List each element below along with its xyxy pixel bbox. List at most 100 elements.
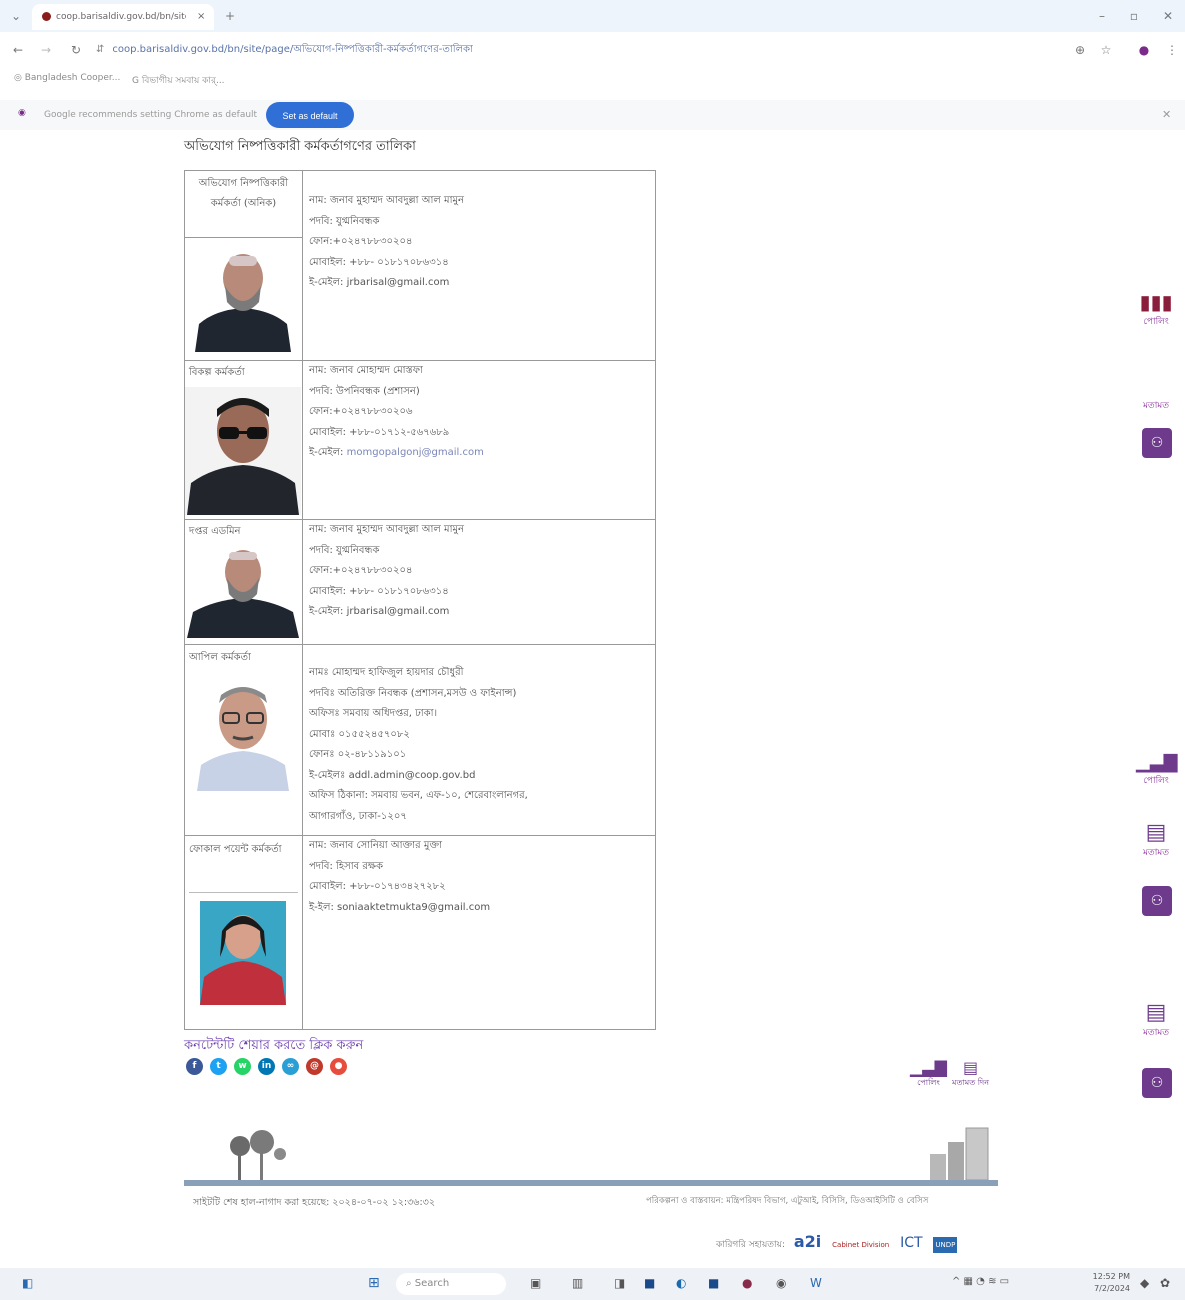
bookmark-item[interactable]: ◎ Bangladesh Cooper... xyxy=(14,73,120,83)
feedback-widget[interactable]: ▤ মতামত xyxy=(1136,1000,1176,1040)
reload-icon[interactable]: ↻ xyxy=(68,42,84,58)
set-default-button[interactable]: Set as default xyxy=(266,102,354,128)
copilot-icon[interactable]: ✿ xyxy=(1160,1276,1170,1290)
word-icon[interactable]: W xyxy=(810,1276,822,1290)
menu-icon[interactable]: ⋮ xyxy=(1164,42,1180,58)
search-label: Search xyxy=(414,1278,450,1289)
accessibility-icon[interactable]: ⚇ xyxy=(1142,1068,1172,1098)
email-label: ই-মেইল: xyxy=(308,447,344,458)
taskbar-app-icon[interactable]: ◨ xyxy=(614,1276,625,1290)
whatsapp-icon[interactable]: w xyxy=(234,1058,251,1075)
share-icons: f t w in ∞ @ ● xyxy=(186,1058,347,1075)
default-browser-infobar: ◉ Google recommends setting Chrome as de… xyxy=(0,100,1185,130)
officer-email[interactable]: momgopalgonj@gmail.com xyxy=(347,447,484,458)
poll-widget[interactable]: ▮▮▮ পোলিং xyxy=(1136,290,1176,329)
officer-info: নামঃ মোহাম্মদ হাফিজুল হায়দার চৌধুরী পদব… xyxy=(303,645,655,831)
officer-info-line: ফোন:+০২৪৭৮৮৩০২০৪ xyxy=(308,565,413,576)
taskbar-app-icon[interactable]: ▣ xyxy=(530,1276,541,1290)
clock-time: 12:52 PM xyxy=(1092,1272,1130,1281)
clock[interactable]: 12:52 PM 7/2/2024 xyxy=(1084,1271,1130,1295)
table-row: বিকল্প কর্মকর্তা নাম: জনাব মোহাম্মদ মোস্… xyxy=(184,360,657,520)
officer-info-line: পদবি: যুগ্মনিবন্ধক xyxy=(308,215,380,227)
officer-info-line: পদবি: উপনিবন্ধক (প্রশাসন) xyxy=(308,385,420,397)
officer-role: অভিযোগ নিষ্পত্তিকারী কর্মকর্তা (অনিক) xyxy=(198,178,289,209)
tab-close-icon[interactable]: × xyxy=(197,4,205,30)
officer-photo xyxy=(185,387,302,515)
officer-info-line: নাম: জনাব সোনিয়া আক্তার মুক্তা xyxy=(308,840,442,851)
officer-info-line: নামঃ মোহাম্মদ হাফিজুল হায়দার চৌধুরী xyxy=(308,667,464,678)
accessibility-icon[interactable]: ⚇ xyxy=(1142,428,1172,458)
twitter-icon[interactable]: t xyxy=(210,1058,227,1075)
a2i-logo[interactable]: a2i xyxy=(794,1232,821,1251)
ict-logo[interactable]: ICT xyxy=(900,1235,922,1251)
officer-info-line: পদবিঃ অতিরিক্ত নিবন্ধক (প্রশাসন,মসউ ও ফা… xyxy=(308,687,517,699)
close-window-icon[interactable]: ✕ xyxy=(1160,8,1176,24)
cabinet-division-logo[interactable]: Cabinet Division xyxy=(832,1241,889,1249)
officer-info-line: অফিসঃ সমবায় অধিদপ্তর, ঢাকা। xyxy=(308,708,438,719)
bookmark-star-icon[interactable]: ☆ xyxy=(1098,42,1114,58)
forward-icon[interactable]: → xyxy=(38,42,54,58)
table-row: দপ্তর এডমিন নাম: জনাব মুহাম্মদ আবদুল্লা … xyxy=(184,519,657,645)
officer-info-line: মোবাঃ ০১৫৫২৪৫৭০৮২ xyxy=(308,728,410,740)
taskbar-search[interactable]: ⌕ Search xyxy=(396,1273,506,1295)
officer-info: নাম: জনাব মোহাম্মদ মোস্তফা পদবি: উপনিবন্… xyxy=(303,361,655,468)
infobar-close-icon[interactable]: ✕ xyxy=(1162,108,1171,121)
store-icon[interactable]: ■ xyxy=(708,1276,719,1290)
bookmark-label: বিভাগীয় সমবায় কার্... xyxy=(141,76,225,86)
officer-photo xyxy=(200,901,287,1005)
table-row: অভিযোগ নিষ্পত্তিকারী কর্মকর্তা (অনিক) না… xyxy=(184,170,657,361)
taskbar-app-icon[interactable]: ▥ xyxy=(572,1276,583,1290)
tab-list-icon[interactable]: ⌄ xyxy=(8,8,24,24)
feedback-widget[interactable]: ▤ মতামত xyxy=(1136,820,1176,860)
site-info-icon[interactable]: ⇵ xyxy=(96,44,104,55)
infobar-text: Google recommends setting Chrome as defa… xyxy=(44,110,258,120)
bookmark-item[interactable]: G বিভাগীয় সমবায় কার্... xyxy=(132,73,225,88)
favicon-icon xyxy=(42,12,51,21)
widgets-icon[interactable]: ◧ xyxy=(22,1276,33,1290)
edge-icon[interactable]: ◐ xyxy=(676,1276,686,1290)
footer-feedback-button[interactable]: ▤ মতামত দিন xyxy=(952,1058,989,1090)
page-title: অভিযোগ নিষ্পত্তিকারী কর্মকর্তাগণের তালিক… xyxy=(184,139,416,154)
email-label: ই-মেইল: xyxy=(308,606,344,617)
start-icon[interactable]: ⊞ xyxy=(368,1275,380,1291)
taskbar-app-icon[interactable]: ● xyxy=(742,1276,752,1290)
notification-icon[interactable]: ◆ xyxy=(1140,1276,1149,1290)
officer-email[interactable]: jrbarisal@gmail.com xyxy=(347,606,450,617)
poll-label: পোলিং xyxy=(1143,776,1169,786)
support-label: কারিগরি সহায়তায়: xyxy=(716,1240,785,1250)
officer-email[interactable]: jrbarisal@gmail.com xyxy=(347,277,450,288)
officer-email[interactable]: addl.admin@coop.gov.bd xyxy=(349,770,476,781)
feedback-widget[interactable]: মতামত xyxy=(1136,398,1176,413)
extension-icon[interactable]: ● xyxy=(1136,42,1152,58)
feedback-label: মতামত xyxy=(1142,1028,1170,1038)
restore-icon[interactable]: ▫ xyxy=(1126,8,1142,24)
back-icon[interactable]: ← xyxy=(10,42,26,58)
browser-tab[interactable]: coop.barisaldiv.gov.bd/bn/site × xyxy=(32,4,214,30)
technical-support: কারিগরি সহায়তায়: a2i Cabinet Division … xyxy=(716,1232,958,1253)
officer-role: ফোকাল পয়েন্ট কর্মকর্তা xyxy=(189,844,282,855)
officer-info-line: নাম: জনাব মুহাম্মদ আবদুল্লা আল মামুন xyxy=(308,195,465,206)
url-text: coop.barisaldiv.gov.bd/bn/site/page/অভিয… xyxy=(112,44,473,55)
feedback-label: মতামত xyxy=(1142,848,1170,858)
planning-credit: পরিকল্পনা ও বাস্তবায়ন: মন্ত্রিপরিষদ বিভ… xyxy=(646,1196,929,1206)
system-tray-icons[interactable]: ^ ▦ ◔ ≋ ▭ xyxy=(952,1276,1009,1287)
email-label: ই-ইল: xyxy=(308,901,334,913)
email-icon[interactable]: @ xyxy=(306,1058,323,1075)
browser-tab-bar: ⌄ coop.barisaldiv.gov.bd/bn/site × + – ▫… xyxy=(0,0,1185,32)
officer-role: আপিল কর্মকর্তা xyxy=(189,652,251,663)
footer-poll-button[interactable]: ▁▃▇ পোলিং xyxy=(910,1058,947,1090)
undp-logo[interactable]: UNDP xyxy=(933,1237,958,1253)
linkedin-icon[interactable]: in xyxy=(258,1058,275,1075)
link-icon[interactable]: ∞ xyxy=(282,1058,299,1075)
accessibility-icon[interactable]: ⚇ xyxy=(1142,886,1172,916)
facebook-icon[interactable]: f xyxy=(186,1058,203,1075)
officer-email[interactable]: soniaaktetmukta9@gmail.com xyxy=(337,902,490,913)
print-icon[interactable]: ● xyxy=(330,1058,347,1075)
minimize-icon[interactable]: – xyxy=(1094,8,1110,24)
poll-widget[interactable]: ▁▃▇ পোলিং xyxy=(1136,752,1178,788)
file-explorer-icon[interactable]: ■ xyxy=(644,1276,655,1290)
new-tab-icon[interactable]: + xyxy=(222,8,238,24)
bookmark-label: Bangladesh Cooper... xyxy=(24,73,121,83)
chrome-taskbar-icon[interactable]: ◉ xyxy=(776,1276,786,1290)
url-field[interactable]: ⇵ coop.barisaldiv.gov.bd/bn/site/page/অভি… xyxy=(96,40,1086,60)
